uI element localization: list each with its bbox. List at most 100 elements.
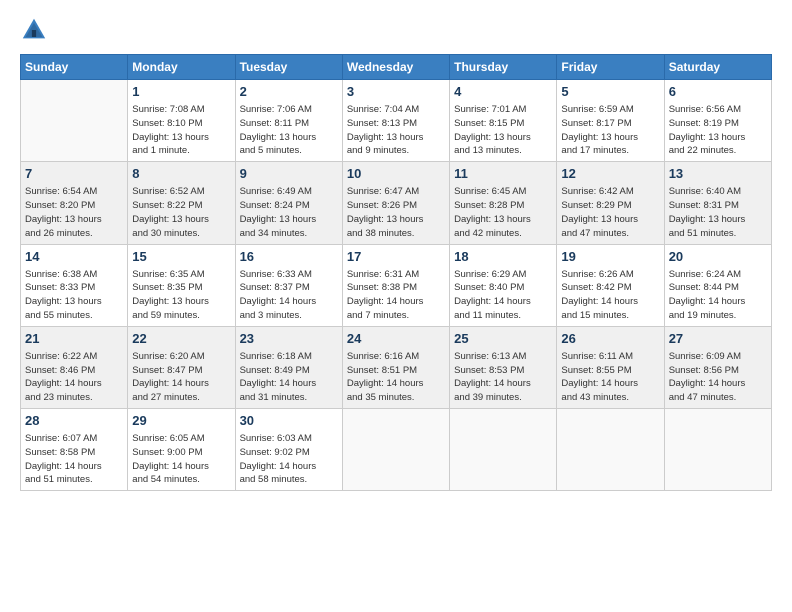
calendar-cell: 16Sunrise: 6:33 AM Sunset: 8:37 PM Dayli… — [235, 244, 342, 326]
day-number: 20 — [669, 248, 767, 266]
calendar-cell — [557, 409, 664, 491]
day-info: Sunrise: 6:26 AM Sunset: 8:42 PM Dayligh… — [561, 268, 659, 323]
day-info: Sunrise: 6:03 AM Sunset: 9:02 PM Dayligh… — [240, 432, 338, 487]
calendar: SundayMondayTuesdayWednesdayThursdayFrid… — [20, 54, 772, 491]
day-number: 12 — [561, 165, 659, 183]
weekday-header-sunday: Sunday — [21, 55, 128, 80]
day-number: 13 — [669, 165, 767, 183]
day-number: 18 — [454, 248, 552, 266]
calendar-cell: 5Sunrise: 6:59 AM Sunset: 8:17 PM Daylig… — [557, 80, 664, 162]
calendar-cell: 20 Sunrise: 6:24 AM Sunset: 8:44 PM Dayli… — [664, 244, 771, 326]
day-info: Sunrise: 6:16 AM Sunset: 8:51 PM Dayligh… — [347, 350, 445, 405]
logo-icon — [20, 16, 48, 44]
calendar-week-row: 14 Sunrise: 6:38 AM Sunset: 8:33 PM Dayli… — [21, 244, 772, 326]
day-info: Sunrise: 6:42 AM Sunset: 8:29 PM Dayligh… — [561, 185, 659, 240]
day-info: Sunrise: 7:08 AM Sunset: 8:10 PM Dayligh… — [132, 103, 230, 158]
day-info: Sunrise: 6:52 AM Sunset: 8:22 PM Dayligh… — [132, 185, 230, 240]
day-number: 8 — [132, 165, 230, 183]
day-info: Sunrise: 6:18 AM Sunset: 8:49 PM Dayligh… — [240, 350, 338, 405]
day-info: Sunrise: 6:09 AM Sunset: 8:56 PM Dayligh… — [669, 350, 767, 405]
day-number: 22 — [132, 330, 230, 348]
day-number: 3 — [347, 83, 445, 101]
calendar-cell: 29 Sunrise: 6:05 AM Sunset: 9:00 PM Dayli… — [128, 409, 235, 491]
day-info: Sunrise: 6:29 AM Sunset: 8:40 PM Dayligh… — [454, 268, 552, 323]
day-info: Sunrise: 6:07 AM Sunset: 8:58 PM Dayligh… — [25, 432, 123, 487]
calendar-cell: 12 Sunrise: 6:42 AM Sunset: 8:29 PM Dayli… — [557, 162, 664, 244]
calendar-week-row: 7 Sunrise: 6:54 AM Sunset: 8:20 PM Daylig… — [21, 162, 772, 244]
calendar-cell: 19 Sunrise: 6:26 AM Sunset: 8:42 PM Dayli… — [557, 244, 664, 326]
calendar-cell: 24 Sunrise: 6:16 AM Sunset: 8:51 PM Dayli… — [342, 326, 449, 408]
calendar-cell: 6 Sunrise: 6:56 AM Sunset: 8:19 PM Daylig… — [664, 80, 771, 162]
calendar-cell: 14 Sunrise: 6:38 AM Sunset: 8:33 PM Dayli… — [21, 244, 128, 326]
day-info: Sunrise: 6:11 AM Sunset: 8:55 PM Dayligh… — [561, 350, 659, 405]
day-number: 28 — [25, 412, 123, 430]
header — [20, 16, 772, 44]
day-info: Sunrise: 6:40 AM Sunset: 8:31 PM Dayligh… — [669, 185, 767, 240]
weekday-header-row: SundayMondayTuesdayWednesdayThursdayFrid… — [21, 55, 772, 80]
day-info: Sunrise: 6:47 AM Sunset: 8:26 PM Dayligh… — [347, 185, 445, 240]
calendar-cell: 26 Sunrise: 6:11 AM Sunset: 8:55 PM Dayli… — [557, 326, 664, 408]
day-number: 17 — [347, 248, 445, 266]
calendar-cell — [450, 409, 557, 491]
day-number: 15 — [132, 248, 230, 266]
calendar-cell: 30 Sunrise: 6:03 AM Sunset: 9:02 PM Dayli… — [235, 409, 342, 491]
calendar-cell: 23 Sunrise: 6:18 AM Sunset: 8:49 PM Dayli… — [235, 326, 342, 408]
calendar-cell — [664, 409, 771, 491]
day-number: 10 — [347, 165, 445, 183]
day-info: Sunrise: 6:24 AM Sunset: 8:44 PM Dayligh… — [669, 268, 767, 323]
calendar-cell: 28 Sunrise: 6:07 AM Sunset: 8:58 PM Dayli… — [21, 409, 128, 491]
day-info: Sunrise: 6:13 AM Sunset: 8:53 PM Dayligh… — [454, 350, 552, 405]
day-info: Sunrise: 7:04 AM Sunset: 8:13 PM Dayligh… — [347, 103, 445, 158]
day-number: 9 — [240, 165, 338, 183]
day-number: 14 — [25, 248, 123, 266]
day-number: 4 — [454, 83, 552, 101]
day-info: Sunrise: 6:22 AM Sunset: 8:46 PM Dayligh… — [25, 350, 123, 405]
day-info: Sunrise: 6:45 AM Sunset: 8:28 PM Dayligh… — [454, 185, 552, 240]
calendar-cell: 18 Sunrise: 6:29 AM Sunset: 8:40 PM Dayli… — [450, 244, 557, 326]
calendar-cell: 2Sunrise: 7:06 AM Sunset: 8:11 PM Daylig… — [235, 80, 342, 162]
day-info: Sunrise: 6:49 AM Sunset: 8:24 PM Dayligh… — [240, 185, 338, 240]
day-info: Sunrise: 6:38 AM Sunset: 8:33 PM Dayligh… — [25, 268, 123, 323]
day-info: Sunrise: 6:54 AM Sunset: 8:20 PM Dayligh… — [25, 185, 123, 240]
day-number: 23 — [240, 330, 338, 348]
day-info: Sunrise: 6:05 AM Sunset: 9:00 PM Dayligh… — [132, 432, 230, 487]
calendar-cell: 11 Sunrise: 6:45 AM Sunset: 8:28 PM Dayli… — [450, 162, 557, 244]
day-number: 11 — [454, 165, 552, 183]
day-number: 7 — [25, 165, 123, 183]
day-number: 25 — [454, 330, 552, 348]
calendar-cell: 15 Sunrise: 6:35 AM Sunset: 8:35 PM Dayli… — [128, 244, 235, 326]
weekday-header-saturday: Saturday — [664, 55, 771, 80]
day-number: 21 — [25, 330, 123, 348]
calendar-cell: 17 Sunrise: 6:31 AM Sunset: 8:38 PM Dayli… — [342, 244, 449, 326]
day-number: 24 — [347, 330, 445, 348]
calendar-week-row: 1Sunrise: 7:08 AM Sunset: 8:10 PM Daylig… — [21, 80, 772, 162]
calendar-cell: 7 Sunrise: 6:54 AM Sunset: 8:20 PM Daylig… — [21, 162, 128, 244]
day-info: Sunrise: 6:56 AM Sunset: 8:19 PM Dayligh… — [669, 103, 767, 158]
day-number: 26 — [561, 330, 659, 348]
logo — [20, 16, 52, 44]
day-info: Sunrise: 6:31 AM Sunset: 8:38 PM Dayligh… — [347, 268, 445, 323]
day-info: Sunrise: 6:35 AM Sunset: 8:35 PM Dayligh… — [132, 268, 230, 323]
page: SundayMondayTuesdayWednesdayThursdayFrid… — [0, 0, 792, 501]
calendar-cell: 25 Sunrise: 6:13 AM Sunset: 8:53 PM Dayli… — [450, 326, 557, 408]
day-info: Sunrise: 7:01 AM Sunset: 8:15 PM Dayligh… — [454, 103, 552, 158]
calendar-cell: 8 Sunrise: 6:52 AM Sunset: 8:22 PM Daylig… — [128, 162, 235, 244]
calendar-cell: 27 Sunrise: 6:09 AM Sunset: 8:56 PM Dayli… — [664, 326, 771, 408]
day-number: 19 — [561, 248, 659, 266]
calendar-week-row: 28 Sunrise: 6:07 AM Sunset: 8:58 PM Dayli… — [21, 409, 772, 491]
calendar-cell: 22Sunrise: 6:20 AM Sunset: 8:47 PM Dayli… — [128, 326, 235, 408]
day-number: 6 — [669, 83, 767, 101]
weekday-header-wednesday: Wednesday — [342, 55, 449, 80]
day-number: 5 — [561, 83, 659, 101]
day-number: 29 — [132, 412, 230, 430]
calendar-cell: 1Sunrise: 7:08 AM Sunset: 8:10 PM Daylig… — [128, 80, 235, 162]
calendar-cell: 9 Sunrise: 6:49 AM Sunset: 8:24 PM Daylig… — [235, 162, 342, 244]
calendar-cell — [342, 409, 449, 491]
day-info: Sunrise: 7:06 AM Sunset: 8:11 PM Dayligh… — [240, 103, 338, 158]
weekday-header-friday: Friday — [557, 55, 664, 80]
calendar-cell — [21, 80, 128, 162]
day-number: 27 — [669, 330, 767, 348]
day-number: 30 — [240, 412, 338, 430]
weekday-header-tuesday: Tuesday — [235, 55, 342, 80]
calendar-cell: 3 Sunrise: 7:04 AM Sunset: 8:13 PM Daylig… — [342, 80, 449, 162]
